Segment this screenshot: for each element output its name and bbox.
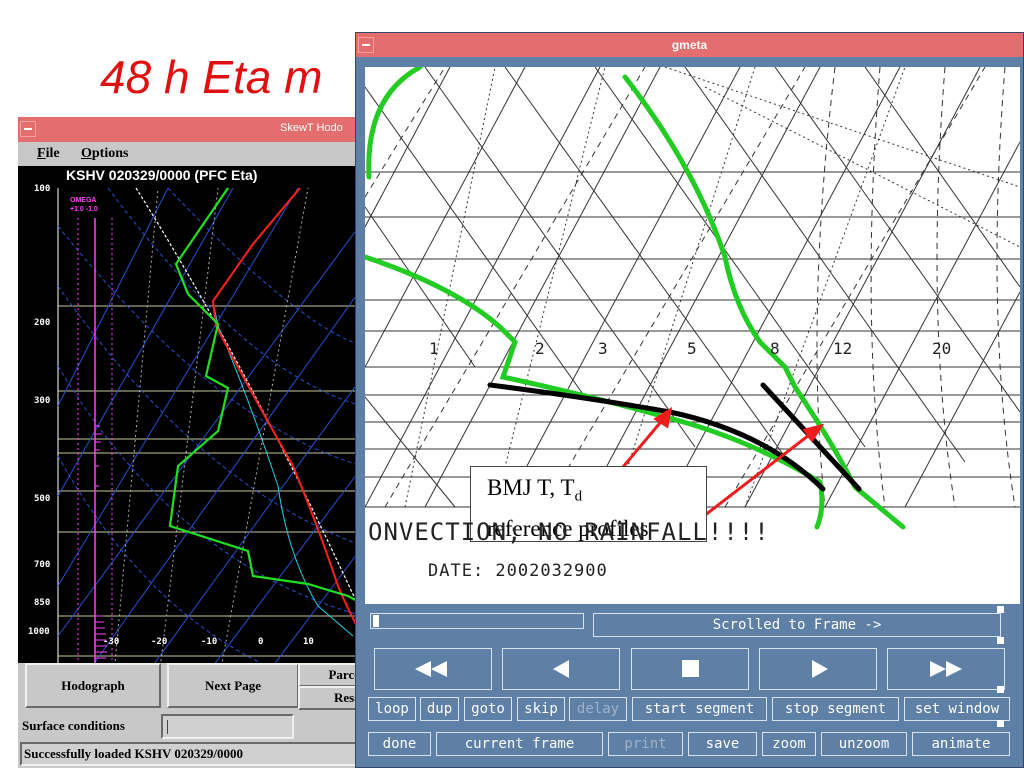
play-button[interactable]: [759, 648, 877, 690]
text-cursor: [167, 720, 168, 734]
zoom-button[interactable]: zoom: [762, 732, 816, 756]
mixing-ratio-label: 8: [770, 339, 780, 358]
mixing-ratio-lines: [404, 67, 1020, 508]
delay-button[interactable]: delay: [569, 697, 627, 721]
gmeta-plot[interactable]: 1 2 3 5 8 12 20 BMJ T, Td reference prof…: [365, 67, 1020, 604]
isobar-lines: [58, 305, 363, 685]
resize-handle[interactable]: [997, 637, 1004, 644]
pressure-label: 100: [34, 184, 51, 194]
menu-file[interactable]: File: [37, 146, 60, 162]
hodograph-button[interactable]: Hodograph: [25, 663, 161, 708]
done-button[interactable]: done: [368, 732, 431, 756]
fast-forward-icon: [930, 661, 962, 677]
menu-options[interactable]: Options: [81, 146, 128, 162]
skewt-diagram-svg: [57, 187, 363, 687]
rewind-button[interactable]: [374, 648, 492, 690]
date-label: DATE: 2002032900: [428, 561, 608, 581]
rewind-icon: [415, 661, 447, 677]
pressure-label: 850: [34, 598, 51, 608]
status-bar: Successfully loaded KSHV 020329/0000: [20, 742, 363, 766]
pressure-label: 500: [34, 494, 51, 504]
adiabat-lines: [365, 67, 1020, 508]
fast-forward-button[interactable]: [887, 648, 1005, 690]
skip-button[interactable]: skip: [517, 697, 565, 721]
skewt-controls: Hodograph Next Page Parce Rese Surface c…: [18, 663, 363, 768]
status-text: Successfully loaded KSHV 020329/0000: [24, 746, 243, 761]
pressure-label: 1000: [28, 627, 50, 637]
skewt-window: SkewT Hodo File Options KSHV 020329/0000…: [18, 117, 363, 768]
current-frame-button[interactable]: current frame: [436, 732, 603, 756]
gmeta-titlebar[interactable]: gmeta: [356, 33, 1023, 57]
gmeta-window: gmeta 1 2 3 5 8 12 20 BMJ T, Td referenc…: [355, 32, 1024, 768]
menu-options-rest: ptions: [91, 146, 129, 161]
skewt-menubar: File Options: [18, 142, 363, 166]
skewt-window-title: SkewT Hodo: [280, 122, 343, 134]
resize-handle[interactable]: [997, 686, 1004, 693]
isotherm-lines: [365, 67, 1020, 508]
stop-icon: [682, 660, 699, 677]
stop-button[interactable]: [631, 648, 749, 690]
slide-title: 48 h Eta m: [100, 51, 323, 103]
window-menu-icon[interactable]: [20, 121, 36, 137]
temperature-tick-label: -20: [151, 637, 168, 647]
skewt-titlebar[interactable]: SkewT Hodo: [18, 117, 363, 142]
start-segment-button[interactable]: start segment: [632, 697, 767, 721]
step-back-button[interactable]: [502, 648, 620, 690]
mixing-ratio-label: 3: [598, 339, 608, 358]
mixing-ratio-label: 20: [932, 339, 952, 358]
annotation-line1: BMJ T, T: [487, 475, 575, 500]
convection-message: ONVECTION; NO RAINFALL!!!!: [368, 518, 770, 546]
omega-scale: +1.0 -1.0: [70, 206, 98, 213]
dashed-lines: [365, 67, 1016, 508]
goto-button[interactable]: goto: [464, 697, 512, 721]
temperature-tick-label: 0: [258, 637, 264, 647]
omega-label: OMEGA +1.0 -1.0: [70, 197, 98, 213]
model-profile-lines: [365, 67, 906, 530]
dup-button[interactable]: dup: [420, 697, 459, 721]
set-window-button[interactable]: set window: [904, 697, 1010, 721]
pressure-label: 200: [34, 318, 51, 328]
print-button[interactable]: print: [608, 732, 683, 756]
parcel-button[interactable]: Parce: [298, 663, 363, 687]
reset-button[interactable]: Rese: [298, 686, 363, 710]
animate-button[interactable]: animate: [912, 732, 1010, 756]
gmeta-window-title: gmeta: [671, 38, 708, 52]
menu-file-rest: ile: [45, 146, 60, 161]
resize-handle[interactable]: [997, 720, 1004, 727]
stop-segment-button[interactable]: stop segment: [772, 697, 899, 721]
pressure-label: 700: [34, 560, 51, 570]
menu-options-mnemonic: O: [81, 146, 92, 161]
mixing-ratio-label: 2: [535, 339, 545, 358]
unzoom-button[interactable]: unzoom: [821, 732, 907, 756]
menu-file-mnemonic: F: [37, 146, 46, 161]
play-icon: [812, 660, 828, 678]
mixing-ratio-label: 12: [833, 339, 853, 358]
scrollbar-thumb[interactable]: [373, 615, 379, 627]
annotation-subscript: d: [574, 488, 583, 505]
resize-handle[interactable]: [997, 606, 1004, 613]
mixing-ratio-label: 5: [687, 339, 697, 358]
pressure-label: 300: [34, 396, 51, 406]
parcel-trace: [135, 187, 363, 617]
next-page-button[interactable]: Next Page: [167, 663, 299, 708]
surface-conditions-input[interactable]: [161, 714, 294, 739]
temperature-tick-label: -30: [103, 637, 120, 647]
surface-conditions-label: Surface conditions: [22, 718, 125, 733]
frame-scrollbar[interactable]: [370, 613, 584, 629]
mixing-ratio-label: 1: [429, 339, 439, 358]
step-back-icon: [553, 660, 569, 678]
frame-status: Scrolled to Frame ->: [593, 613, 1001, 637]
temperature-tick-label: -10: [201, 637, 218, 647]
loop-button[interactable]: loop: [368, 697, 416, 721]
save-button[interactable]: save: [688, 732, 757, 756]
temperature-tick-label: 10: [303, 637, 314, 647]
